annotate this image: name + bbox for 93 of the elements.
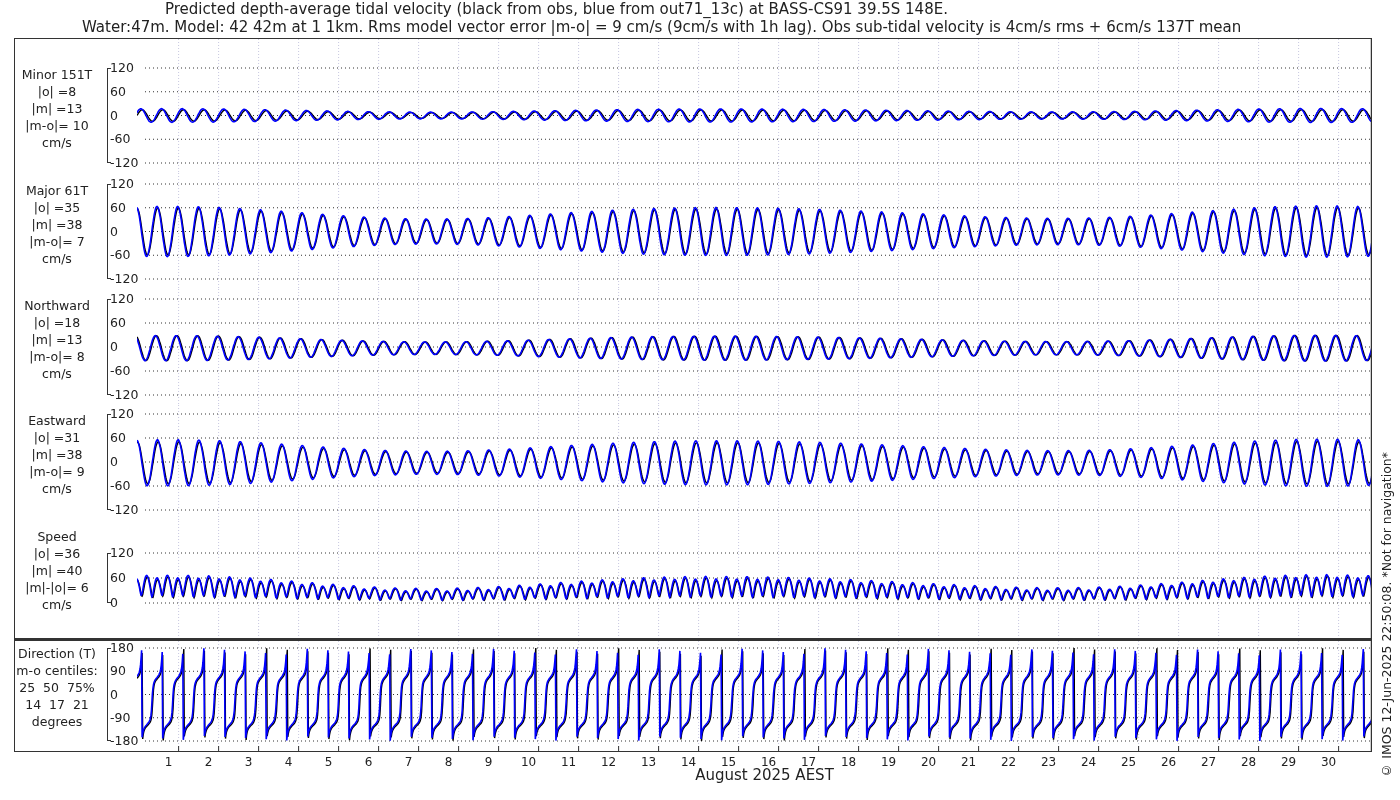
axis-tick-label: 23 [1040,755,1057,769]
axis-tick-label: 14 [680,755,697,769]
panel-label: m-o centiles: [16,661,98,679]
panel-label: |m-o|= 10 [25,116,89,134]
axis-tick-label: 0 [110,596,118,610]
axis-tick-label: 60 [110,571,126,585]
axis-tick-label: 15 [720,755,737,769]
axis-tick-label: 90 [110,664,126,679]
axis-tick-label: -60 [110,248,131,263]
axis-tick-label: 0 [110,108,118,123]
chart-title: Predicted depth-average tidal velocity (black from obs, blue from out71_13c) at BASS-CS91 39.5S 148E. [165,0,949,18]
panel-label: |m| =13 [31,331,83,348]
panel-label: |m-o|= 8 [29,348,85,365]
panel-label: Major 61T [25,181,89,199]
axis-tick-label: 0 [110,455,118,469]
axis-tick-label: 30 [1320,755,1337,769]
axis-tick-label: 0 [110,687,118,702]
axis-line [107,553,111,603]
axis-tick-label: 60 [110,431,126,445]
axis-tick-label: 22 [1000,755,1017,769]
axis-tick-label: -90 [110,710,131,725]
axis-tick-label: 21 [960,755,977,769]
panel-label: cm/s [42,249,72,267]
axis-tick-label: 27 [1200,755,1217,769]
axis-tick-label: 29 [1280,755,1297,769]
axis-tick-label: 18 [840,755,857,769]
axis-tick-label: 28 [1240,755,1257,769]
axis-tick-label: -60 [110,364,131,378]
panel-label: |m-o|= 9 [29,463,85,480]
axis-tick-label: 13 [640,755,657,769]
axis-tick-label: 180 [110,641,134,655]
panel-label: |o| =8 [37,82,77,100]
panel-label: |o| =36 [33,545,81,562]
axis-tick-label: 6 [364,755,373,769]
panel-label: Northward [24,297,90,314]
axis-tick-label: 24 [1080,755,1097,769]
panel-label: Eastward [28,412,86,429]
axis-tick-label: 2 [204,755,213,769]
axis-title: August 2025 AEST [695,766,834,784]
panel-label: cm/s [42,596,72,613]
axis-tick-label: -120 [110,503,139,517]
axis-tick-label: 16 [760,755,777,769]
credit-text: © IMOS 12-Jun-2025 22:50:08. *Not for navigation* [1378,452,1394,778]
axis-tick-label: 4 [284,755,293,769]
axis-tick-label: 26 [1160,755,1177,769]
axis-tick-label: 60 [110,200,126,215]
axis-tick-label: 120 [110,407,134,421]
panel-label: |m| =13 [31,99,83,117]
axis-tick-label: 10 [520,755,537,769]
axis-tick-label: -60 [110,479,131,493]
axis-tick-label: 19 [880,755,897,769]
panel-label: Direction (T) [18,644,96,662]
axis-tick-label: 20 [920,755,937,769]
panel-label: cm/s [42,480,72,497]
panel-label: |m| =38 [31,446,83,463]
axis-tick-label: 17 [800,755,817,769]
axis-tick-label: 60 [110,84,126,99]
panel-label: degrees [31,712,83,730]
axis-tick-label: -120 [110,156,139,170]
axis-tick-label: 25 [1120,755,1137,769]
panel-label: |o| =31 [33,429,81,446]
panel-label: cm/s [42,365,72,382]
axis-tick-label: 7 [404,755,413,769]
panel-label: |m|-|o|= 6 [25,579,89,596]
axis-tick-label: 5 [324,755,333,769]
panel-label: |m-o|= 7 [29,232,85,250]
axis-tick-label: 0 [110,340,118,354]
axis-tick-label: 120 [110,546,134,560]
panel-label: Minor 151T [21,65,93,83]
axis-tick-label: 3 [244,755,253,769]
axis-tick-label: 120 [110,292,134,306]
chart-title: Water:47m. Model: 42 42m at 1 1km. Rms model vector error |m-o| = 9 cm/s (9cm/s with 1h lag). Obs sub-tidal velocity is 4cm/s rms + 6cm/s 137T mean [82,18,1243,36]
panel-label: |m| =40 [31,562,83,579]
axis-tick-label: 11 [560,755,577,769]
axis-tick-label: 12 [600,755,617,769]
panel-label: 25 50 75% [19,678,95,696]
panel-label: cm/s [42,133,72,151]
panel-label: |o| =18 [33,314,81,331]
axis-tick-label: -120 [110,388,139,402]
panel-label: |o| =35 [33,198,81,216]
axis-tick-label: 9 [484,755,493,769]
axis-tick-label: 8 [444,755,453,769]
axis-tick-label: -120 [110,272,139,286]
axis-tick-label: 60 [110,316,126,330]
axis-tick-label: -180 [110,734,139,748]
axis-tick-label: 120 [110,177,134,191]
axis-tick-label: -60 [110,132,131,147]
panel-label: |m| =38 [31,215,83,233]
panel-label: 14 17 21 [25,695,89,713]
axis-tick-label: 120 [110,61,134,75]
axis-tick-label: 1 [164,755,173,769]
panel-label: Speed [37,528,77,545]
axis-tick-label: 0 [110,224,118,239]
